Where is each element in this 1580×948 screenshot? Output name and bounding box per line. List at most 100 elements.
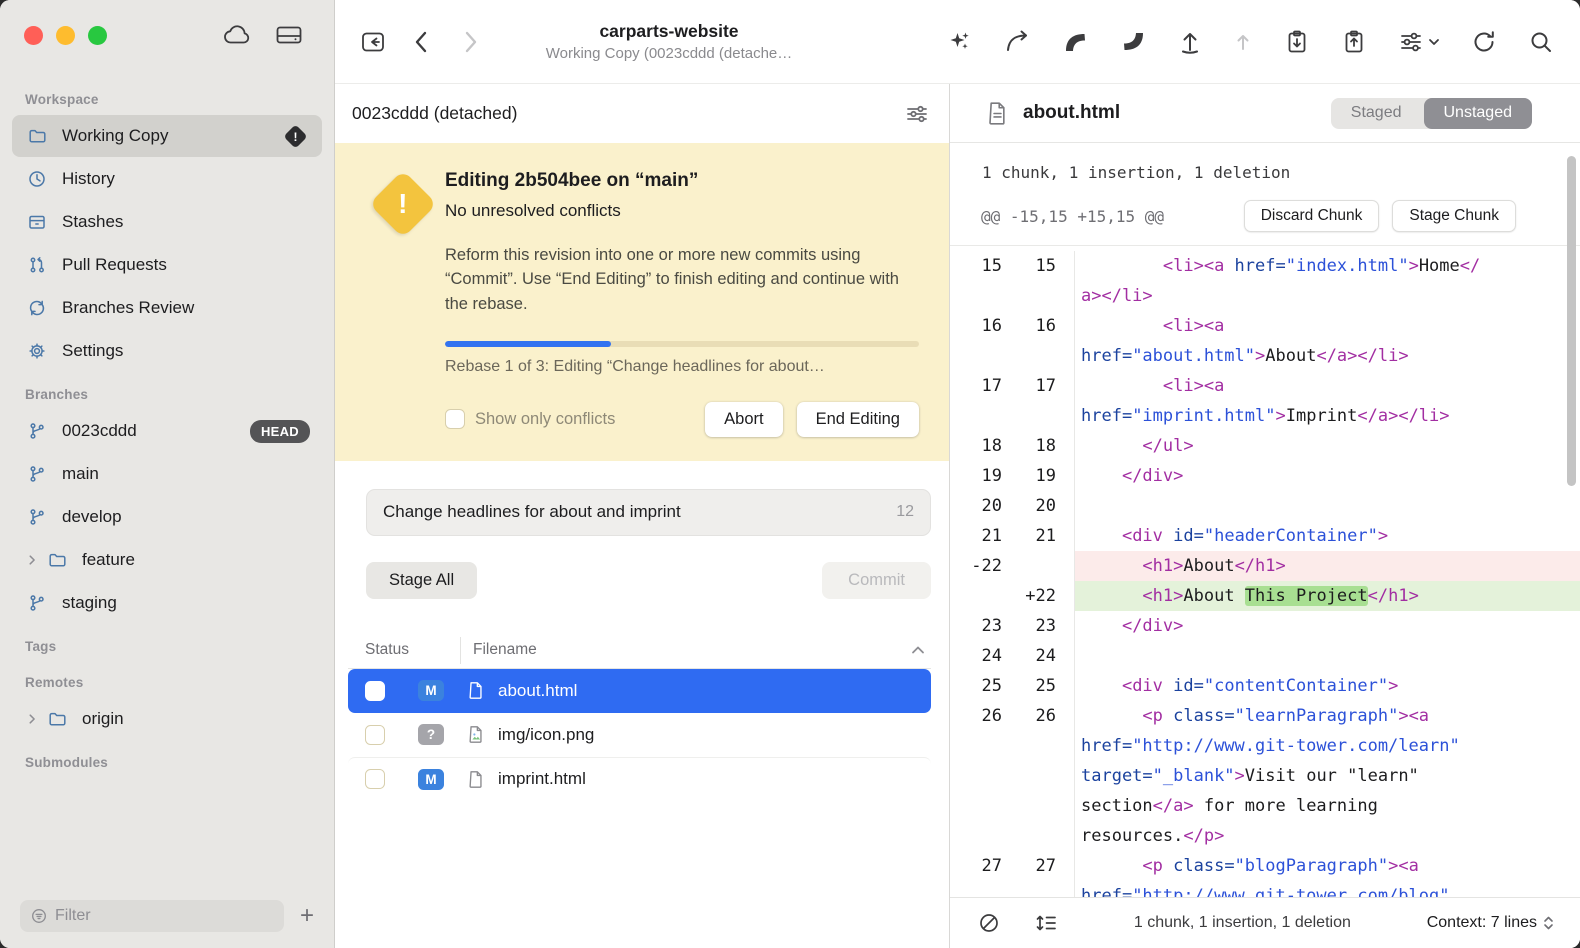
status-column-header[interactable]: Status xyxy=(365,641,455,659)
sidebar-item-branch-main[interactable]: main xyxy=(12,453,322,495)
line-number: 17 xyxy=(1002,371,1074,401)
diff-line[interactable]: 2626 <p class="learnParagraph"><a href="… xyxy=(950,701,1580,851)
staged-tab[interactable]: Staged xyxy=(1331,98,1422,129)
diff-line[interactable]: 1717 <li><a href="imprint.html">Imprint<… xyxy=(950,371,1580,431)
diff-line[interactable]: 2424 xyxy=(950,641,1580,671)
add-repository-button[interactable]: + xyxy=(296,904,318,928)
stash-save-icon[interactable] xyxy=(1284,29,1310,55)
filter-input[interactable] xyxy=(55,907,274,925)
sidebar-item-remote-origin[interactable]: origin xyxy=(12,698,322,740)
warning-icon: ! xyxy=(361,170,445,437)
code-text: </div> xyxy=(1074,611,1580,641)
sidebar-item-history[interactable]: History xyxy=(12,158,322,200)
diff-line[interactable]: 2727 <p class="blogParagraph"><a href="h… xyxy=(950,851,1580,897)
sidebar-item-label: Working Copy xyxy=(62,126,287,146)
sidebar-item-branch-0023cddd[interactable]: 0023cddd HEAD xyxy=(12,410,322,452)
view-options-icon[interactable] xyxy=(905,103,929,125)
sidebar-item-folder-feature[interactable]: feature xyxy=(12,539,322,581)
push-icon[interactable] xyxy=(1120,29,1147,55)
diff-line[interactable]: +22 <h1>About This Project</h1> xyxy=(950,581,1580,611)
line-number: 15 xyxy=(950,251,1002,281)
diff-line[interactable]: 1818 </ul> xyxy=(950,431,1580,461)
sort-chevron-up-icon[interactable] xyxy=(911,645,931,655)
quick-actions-icon[interactable] xyxy=(946,29,972,55)
code-text: <li><a href="about.html">About</a></li> xyxy=(1074,311,1580,371)
diff-line[interactable]: 1515 <li><a href="index.html">Home</ a><… xyxy=(950,251,1580,311)
sidebar: Workspace Working Copy ! History Stashes… xyxy=(0,0,335,948)
sidebar-item-working-copy[interactable]: Working Copy ! xyxy=(12,115,322,157)
diff-line[interactable]: 2323 </div> xyxy=(950,611,1580,641)
zoom-button[interactable] xyxy=(88,26,107,45)
code-text: <div id="headerContainer"> xyxy=(1074,521,1580,551)
refresh-icon[interactable] xyxy=(1471,29,1497,55)
commit-message-input[interactable] xyxy=(383,502,886,522)
branches-review-icon xyxy=(25,298,49,318)
diff-line[interactable]: 2121 <div id="headerContainer"> xyxy=(950,521,1580,551)
forward-button-icon[interactable] xyxy=(463,29,479,55)
line-number: 16 xyxy=(950,311,1002,341)
sidebar-item-label: origin xyxy=(82,709,310,729)
stash-apply-icon[interactable] xyxy=(1341,29,1367,55)
stage-checkbox[interactable] xyxy=(365,769,385,789)
diff-line[interactable]: 1919 </div> xyxy=(950,461,1580,491)
scrollbar-thumb[interactable] xyxy=(1567,156,1576,486)
push-small-icon[interactable] xyxy=(1233,29,1253,55)
current-ref-label: 0023cddd (detached) xyxy=(352,103,517,124)
filename-label: img/icon.png xyxy=(498,725,594,745)
unstaged-tab[interactable]: Unstaged xyxy=(1424,98,1533,129)
context-lines-control[interactable]: Context: 7 lines xyxy=(1427,914,1554,932)
html-file-icon xyxy=(467,769,485,790)
diff-line[interactable]: 2020 xyxy=(950,491,1580,521)
stage-chunk-button[interactable]: Stage Chunk xyxy=(1392,200,1516,232)
diff-line[interactable]: 1616 <li><a href="about.html">About</a><… xyxy=(950,311,1580,371)
minimize-button[interactable] xyxy=(56,26,75,45)
drive-icon[interactable] xyxy=(274,22,304,48)
close-button[interactable] xyxy=(24,26,43,45)
open-working-copy-icon[interactable] xyxy=(359,29,387,55)
file-table-header: Status Filename xyxy=(348,633,931,669)
diff-summary: 1 chunk, 1 insertion, 1 deletion xyxy=(950,143,1580,196)
sidebar-item-settings[interactable]: Settings xyxy=(12,330,322,372)
stash-box-icon xyxy=(25,212,49,232)
ignore-whitespace-icon[interactable] xyxy=(978,912,1000,934)
code-text xyxy=(1074,641,1580,671)
sidebar-item-branch-staging[interactable]: staging xyxy=(12,582,322,624)
show-only-conflicts-checkbox[interactable] xyxy=(445,409,465,429)
search-icon[interactable] xyxy=(1528,29,1554,55)
file-row-imprint-html[interactable]: M imprint.html xyxy=(348,757,931,801)
chevron-right-icon[interactable] xyxy=(25,553,41,567)
commit-message-field[interactable]: 12 xyxy=(366,489,931,536)
fetch-icon[interactable] xyxy=(1003,29,1031,55)
line-number: 24 xyxy=(1002,641,1074,671)
cloud-icon[interactable] xyxy=(222,22,252,48)
filter-field[interactable] xyxy=(20,900,284,932)
back-button-icon[interactable] xyxy=(413,29,429,55)
diff-line[interactable]: 2525 <div id="contentContainer"> xyxy=(950,671,1580,701)
discard-chunk-button[interactable]: Discard Chunk xyxy=(1244,200,1380,232)
stage-checkbox[interactable] xyxy=(365,681,385,701)
sidebar-item-branch-develop[interactable]: develop xyxy=(12,496,322,538)
commit-button[interactable]: Commit xyxy=(822,562,931,599)
file-row-img-icon-png[interactable]: ? img/icon.png xyxy=(348,713,931,757)
line-number: 21 xyxy=(950,521,1002,551)
commit-area: 12 Stage All Commit xyxy=(335,461,949,599)
end-editing-button[interactable]: End Editing xyxy=(797,402,919,437)
code-text: </div> xyxy=(1074,461,1580,491)
sidebar-item-pull-requests[interactable]: Pull Requests xyxy=(12,244,322,286)
diff-line[interactable]: -22 <h1>About</h1> xyxy=(950,551,1580,581)
services-sliders-icon[interactable] xyxy=(1398,29,1424,55)
sidebar-top xyxy=(0,0,334,70)
publish-icon[interactable] xyxy=(1178,29,1202,55)
abort-button[interactable]: Abort xyxy=(705,402,782,437)
diff-lines: 1515 <li><a href="index.html">Home</ a><… xyxy=(950,246,1580,897)
file-row-about-html[interactable]: M about.html xyxy=(348,669,931,713)
line-spacing-icon[interactable] xyxy=(1034,912,1058,934)
stage-all-button[interactable]: Stage All xyxy=(366,562,477,599)
filename-column-header[interactable]: Filename xyxy=(455,641,537,659)
sidebar-item-branches-review[interactable]: Branches Review xyxy=(12,287,322,329)
sidebar-item-stashes[interactable]: Stashes xyxy=(12,201,322,243)
chevron-down-icon[interactable] xyxy=(1428,37,1440,47)
chevron-right-icon[interactable] xyxy=(25,712,41,726)
stage-checkbox[interactable] xyxy=(365,725,385,745)
pull-icon[interactable] xyxy=(1062,29,1089,55)
